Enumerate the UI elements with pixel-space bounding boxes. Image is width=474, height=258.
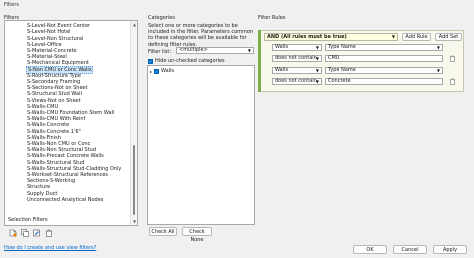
filter-item[interactable]: Unconnected Analytical Nodes (8, 197, 104, 203)
scroll-thumb[interactable] (133, 145, 135, 215)
chevron-down-icon: ▼ (315, 79, 319, 84)
chevron-down-icon: ▼ (315, 45, 319, 50)
expand-icon[interactable]: ▸ (150, 69, 152, 74)
rule-category-dropdown[interactable]: Walls ▼ (272, 44, 322, 51)
delete-rule-icon[interactable] (448, 55, 456, 62)
rule-logic-dropdown[interactable]: AND (All rules must be true) ▼ (264, 33, 398, 41)
rule-category-dropdown[interactable]: Walls ▼ (272, 67, 322, 74)
chevron-down-icon: ▼ (436, 45, 440, 50)
cancel-button[interactable]: Cancel (393, 245, 427, 254)
chevron-down-icon: ▼ (436, 68, 440, 73)
filter-list-dropdown[interactable]: <multiple> ▼ (176, 47, 254, 54)
new-filter-icon[interactable] (9, 229, 17, 237)
filter-item[interactable]: S-Level-Not Event Center (8, 23, 91, 29)
categories-description: Select one or more categories to be incl… (148, 23, 254, 48)
filters-list-panel: S-Level-Not Event Center S-Level-Not Hot… (4, 20, 138, 226)
rule-set-accent (258, 30, 261, 92)
filter-item-label: S-Level-Not Event Center (27, 23, 91, 29)
check-all-button[interactable]: Check All (149, 227, 177, 236)
add-set-button[interactable]: Add Set (435, 33, 462, 41)
chevron-down-icon: ▼ (315, 56, 319, 61)
chevron-down-icon: ▼ (247, 48, 251, 53)
filter-list-value: <multiple> (179, 47, 208, 53)
chevron-down-icon: ▼ (315, 68, 319, 73)
rule-category-value: Walls (275, 67, 289, 73)
ok-button[interactable]: OK (353, 245, 387, 254)
filter-group-label[interactable]: Selection Filters (8, 217, 48, 223)
rule-parameter-value: Type Name (328, 67, 356, 73)
rule-operator-dropdown[interactable]: does not contain ▼ (272, 78, 322, 85)
checkbox-checked-icon[interactable]: ✓ (154, 68, 160, 74)
scroll-up-icon[interactable]: ▲ (132, 22, 137, 27)
scroll-down-icon[interactable]: ▼ (132, 219, 137, 224)
hide-unchecked-checkbox[interactable]: ✓ Hide un-checked categories (148, 58, 225, 64)
rule-operator-value: does not contain (275, 78, 317, 84)
check-none-button[interactable]: Check None (182, 227, 212, 243)
duplicate-filter-icon[interactable] (21, 229, 29, 237)
filter-rules-section-label: Filter Rules (258, 15, 286, 21)
rule-value-input[interactable]: Concrete (325, 78, 443, 85)
category-node-walls[interactable]: ▸ ✓ Walls (150, 68, 174, 74)
rule-parameter-value: Type Name (328, 44, 356, 50)
rename-filter-icon[interactable] (33, 229, 41, 237)
rule-logic-value: AND (All rules must be true) (267, 34, 347, 40)
rule-parameter-dropdown[interactable]: Type Name ▼ (325, 67, 443, 74)
add-rule-button[interactable]: Add Rule (402, 33, 431, 41)
hide-unchecked-label: Hide un-checked categories (155, 58, 225, 64)
rule-operator-dropdown[interactable]: does not contain ▼ (272, 55, 322, 62)
filter-item-label: Unconnected Analytical Nodes (27, 196, 104, 203)
delete-rule-icon[interactable] (448, 78, 456, 85)
rule-category-value: Walls (275, 44, 289, 50)
filters-scrollbar[interactable]: ▲ ▼ (130, 21, 137, 225)
category-label: Walls (161, 68, 175, 74)
filters-list: S-Level-Not Event Center S-Level-Not Hot… (5, 21, 131, 225)
apply-button[interactable]: Apply (433, 245, 467, 254)
categories-tree: ▸ ✓ Walls (147, 65, 255, 225)
rule-parameter-dropdown[interactable]: Type Name ▼ (325, 44, 443, 51)
rule-operator-value: does not contain (275, 55, 317, 61)
categories-section-label: Categories (148, 15, 175, 21)
checkbox-checked-icon[interactable]: ✓ (148, 58, 153, 64)
chevron-down-icon: ▼ (391, 34, 395, 39)
help-link[interactable]: How do I create and use view filters? (4, 245, 96, 251)
window-title: Filters (4, 2, 19, 8)
filter-list-label: Filter list: (148, 49, 172, 55)
delete-filter-icon[interactable] (45, 229, 53, 237)
rule-value-input[interactable]: CMU (325, 55, 443, 62)
